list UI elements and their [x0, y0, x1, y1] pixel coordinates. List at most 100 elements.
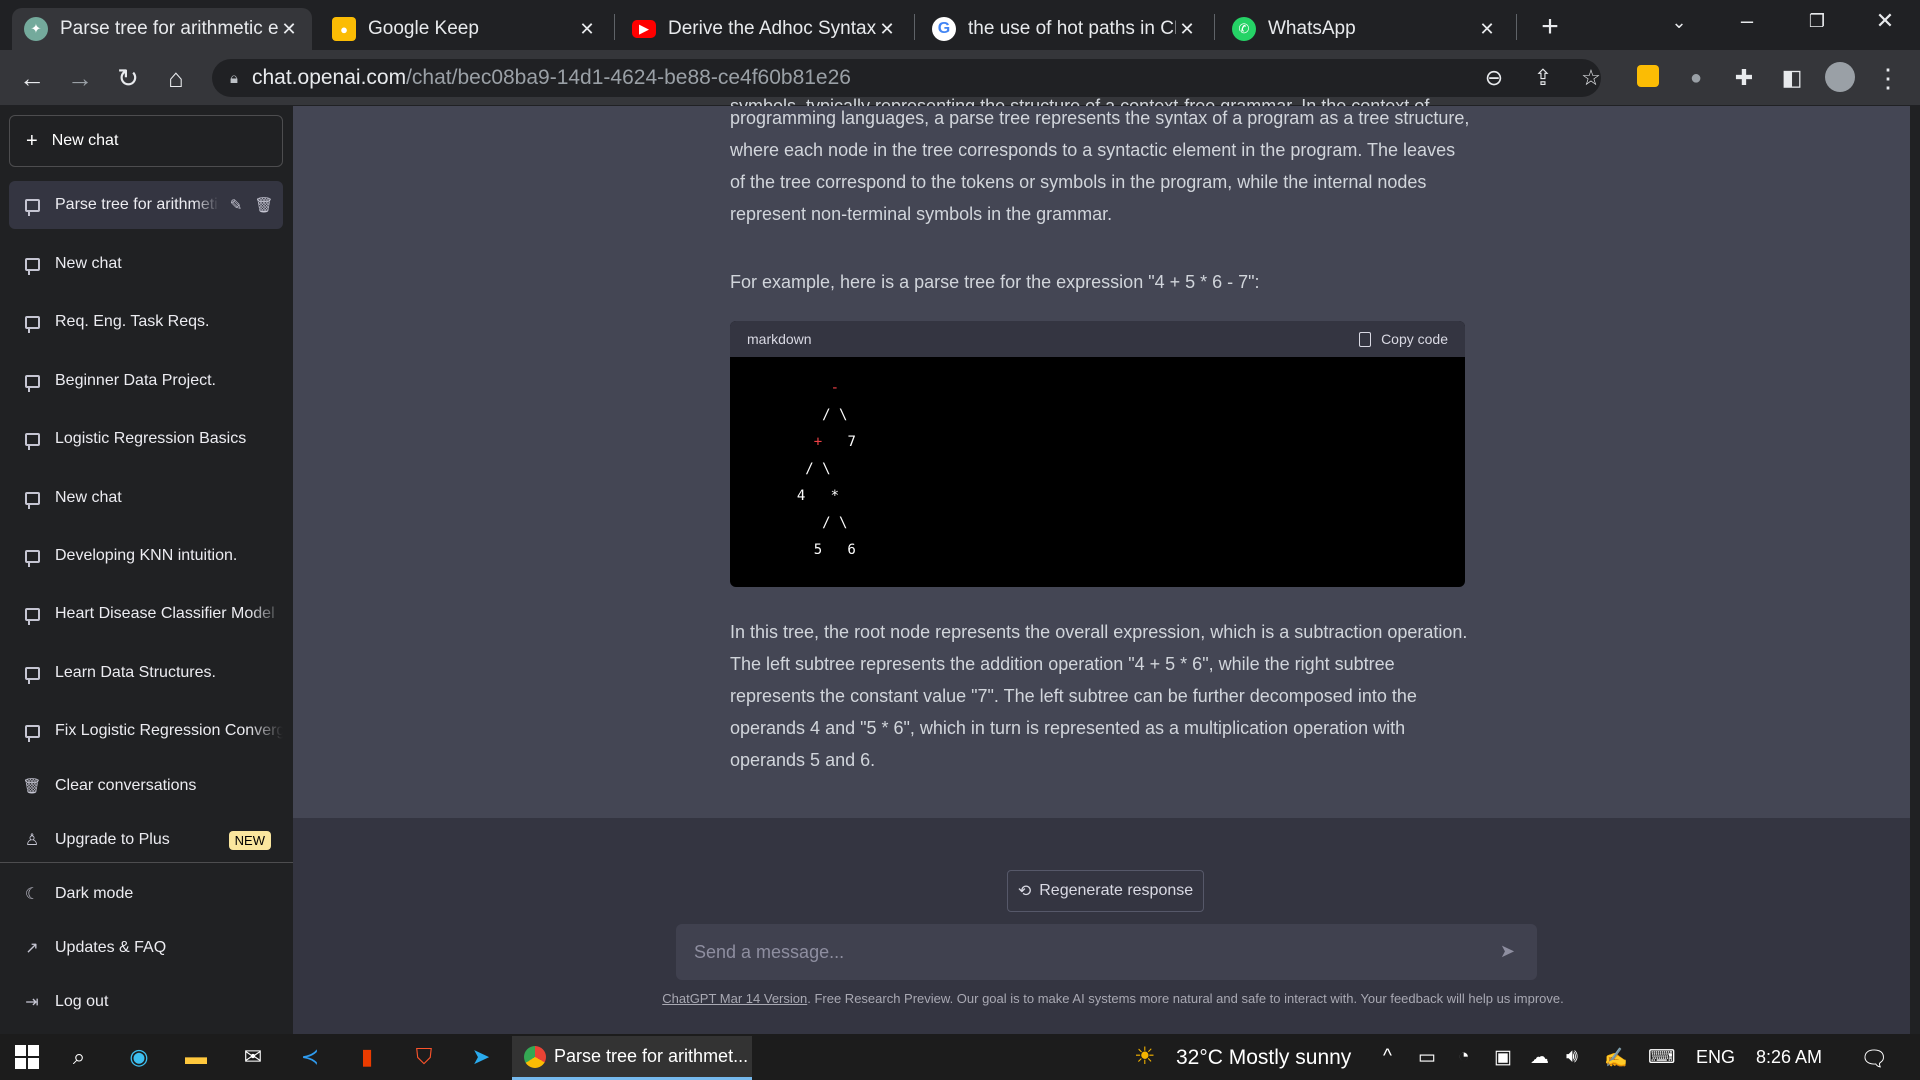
- conversation-item[interactable]: Heart Disease Classifier Model: [9, 590, 283, 638]
- message-paragraph: In this tree, the root node represents t…: [730, 622, 1468, 770]
- mail-icon[interactable]: ✉: [238, 1042, 268, 1072]
- edge-icon[interactable]: ◉: [124, 1042, 154, 1072]
- taskbar-chrome-app[interactable]: Parse tree for arithmet...: [512, 1036, 752, 1080]
- extension-keep-icon[interactable]: [1632, 62, 1664, 94]
- conversation-label: New chat: [55, 489, 122, 506]
- clear-conversations-button[interactable]: 🗑︎ Clear conversations: [9, 762, 283, 810]
- onedrive-icon[interactable]: ☁: [1530, 1046, 1549, 1069]
- pen-icon[interactable]: ✍: [1604, 1046, 1628, 1070]
- youtube-icon: ▶: [632, 20, 656, 38]
- search-icon[interactable]: ⌕: [64, 1042, 94, 1072]
- moon-icon: ☾: [24, 886, 40, 903]
- keyboard-icon[interactable]: ⌨: [1648, 1046, 1675, 1069]
- brave-icon[interactable]: ⛉: [409, 1042, 439, 1072]
- restore-button[interactable]: ❐: [1792, 11, 1842, 32]
- minimize-button[interactable]: –: [1722, 8, 1772, 34]
- clock[interactable]: 8:26 AM: [1756, 1047, 1822, 1068]
- tab-whatsapp[interactable]: ✆ WhatsApp ✕: [1220, 8, 1510, 50]
- scrollbar[interactable]: [1910, 106, 1920, 1034]
- new-chat-label: New chat: [51, 132, 119, 149]
- conversation-item[interactable]: New chat: [9, 240, 283, 288]
- weather-text[interactable]: 32°C Mostly sunny: [1176, 1046, 1351, 1070]
- avatar[interactable]: [1824, 62, 1856, 99]
- chat-bubble-icon: [23, 256, 41, 275]
- tab-parse-tree[interactable]: ✦ Parse tree for arithmetic e ✕: [12, 8, 312, 50]
- conversation-item[interactable]: New chat: [9, 474, 283, 522]
- windows-start-icon[interactable]: [12, 1042, 42, 1072]
- conversation-label: Logistic Regression Basics: [55, 430, 247, 447]
- vscode-icon[interactable]: ≺: [295, 1042, 325, 1072]
- puzzle-extensions-icon[interactable]: ✚: [1728, 62, 1760, 94]
- wifi-icon[interactable]: ◔: [1458, 1046, 1469, 1068]
- back-icon[interactable]: ←: [16, 62, 48, 94]
- chat-bubble-icon: [23, 431, 41, 450]
- side-panel-icon[interactable]: ◧: [1776, 62, 1808, 94]
- conversation-item[interactable]: Fix Logistic Regression Convergence: [9, 707, 283, 755]
- chat-bubble-icon: [23, 314, 41, 333]
- trash-icon[interactable]: 🗑︎: [253, 196, 275, 214]
- conversation-label: Parse tree for arithmetic expression: [55, 196, 219, 213]
- log-out-button[interactable]: ⇥ Log out: [9, 978, 283, 1026]
- close-icon[interactable]: ✕: [1476, 19, 1498, 40]
- conversation-label: Fix Logistic Regression Convergence: [55, 722, 283, 739]
- conversation-item[interactable]: Req. Eng. Task Reqs.: [9, 298, 283, 346]
- new-tab-button[interactable]: +: [1535, 10, 1565, 44]
- close-icon[interactable]: ✕: [576, 19, 598, 40]
- regenerate-label: Regenerate response: [1039, 882, 1194, 899]
- tab-google[interactable]: G the use of hot paths in CF ✕: [920, 8, 1210, 50]
- copy-code-button[interactable]: Copy code: [1359, 331, 1448, 347]
- extension-icon[interactable]: ●: [1680, 62, 1712, 94]
- assistant-message: symbols, typically representing the stru…: [293, 96, 1910, 818]
- url-path: /chat/bec08ba9-14d1-4624-be88-ce4f60b81e…: [406, 66, 851, 89]
- reload-icon[interactable]: ↻: [112, 62, 144, 94]
- language-indicator[interactable]: ENG: [1696, 1047, 1735, 1068]
- version-link[interactable]: ChatGPT Mar 14 Version: [662, 991, 807, 1006]
- close-icon[interactable]: ✕: [1176, 19, 1198, 40]
- browser-menu-icon[interactable]: ⋮: [1872, 62, 1904, 94]
- dark-mode-button[interactable]: ☾ Dark mode: [9, 870, 283, 918]
- chat-bubble-icon: [23, 723, 41, 742]
- upgrade-to-plus-button[interactable]: ♙ Upgrade to Plus NEW: [9, 816, 283, 864]
- taskbar-app-label: Parse tree for arithmet...: [554, 1046, 749, 1066]
- share-icon[interactable]: ⇪: [1528, 65, 1558, 91]
- file-explorer-icon[interactable]: ▬: [181, 1042, 211, 1072]
- code-line: + 7: [813, 434, 856, 450]
- message-composer: ➤: [676, 924, 1537, 980]
- close-icon[interactable]: ✕: [278, 19, 300, 40]
- notification-icon[interactable]: 🗨︎: [1860, 1046, 1888, 1072]
- conversation-item[interactable]: Developing KNN intuition.: [9, 532, 283, 580]
- footer-disclaimer: ChatGPT Mar 14 Version. Free Research Pr…: [648, 991, 1578, 1006]
- conversation-item[interactable]: Learn Data Structures.: [9, 649, 283, 697]
- new-chat-button[interactable]: + New chat: [9, 115, 283, 167]
- home-icon[interactable]: ⌂: [160, 62, 192, 94]
- office-icon[interactable]: ▮: [352, 1042, 382, 1072]
- conversation-label: New chat: [55, 255, 122, 272]
- conversation-item[interactable]: Beginner Data Project.: [9, 357, 283, 405]
- tab-separator: [914, 14, 915, 40]
- chevron-up-icon[interactable]: ^: [1383, 1046, 1392, 1068]
- close-window-button[interactable]: ✕: [1860, 8, 1910, 34]
- battery-icon[interactable]: ▭: [1418, 1046, 1436, 1069]
- camera-icon[interactable]: ▣: [1494, 1046, 1512, 1069]
- tab-youtube[interactable]: ▶ Derive the Adhoc Syntax D ✕: [620, 8, 910, 50]
- code-line: / \: [780, 461, 831, 477]
- tab-title: the use of hot paths in CF: [968, 18, 1176, 39]
- zoom-icon[interactable]: ⊖: [1479, 65, 1509, 91]
- forward-icon[interactable]: →: [64, 62, 96, 94]
- tab-separator: [614, 14, 615, 40]
- telegram-icon[interactable]: ➤: [466, 1042, 496, 1072]
- new-badge: NEW: [228, 830, 271, 850]
- edit-icon[interactable]: ✎: [225, 196, 247, 214]
- tab-google-keep[interactable]: ● Google Keep ✕: [320, 8, 610, 50]
- volume-icon[interactable]: 🔊︎: [1566, 1046, 1578, 1068]
- close-icon[interactable]: ✕: [876, 19, 898, 40]
- message-input[interactable]: [694, 941, 1474, 963]
- updates-faq-link[interactable]: ↗ Updates & FAQ: [9, 924, 283, 972]
- conversation-item-active[interactable]: Parse tree for arithmetic expression ✎ 🗑…: [9, 181, 283, 229]
- conversation-item[interactable]: Logistic Regression Basics: [9, 415, 283, 463]
- regenerate-response-button[interactable]: ⟲ Regenerate response: [1007, 870, 1204, 912]
- send-icon[interactable]: ➤: [1500, 941, 1515, 962]
- chat-main: symbols, typically representing the stru…: [293, 96, 1910, 1034]
- tab-search-icon[interactable]: ⌄: [1654, 12, 1704, 33]
- bookmark-star-icon[interactable]: ☆: [1576, 65, 1606, 91]
